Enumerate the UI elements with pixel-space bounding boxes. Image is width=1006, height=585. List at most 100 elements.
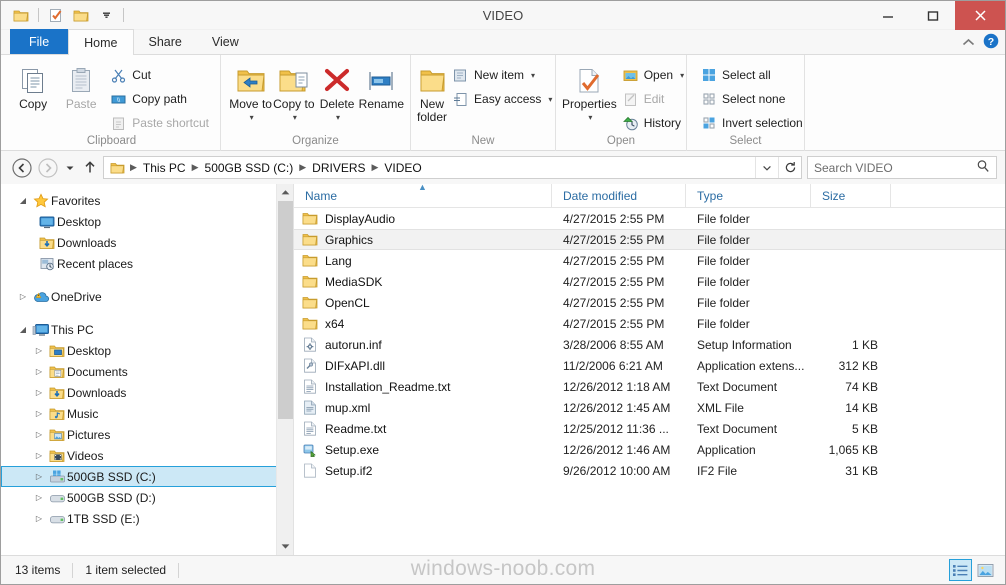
column-header-name[interactable]: ▲ Name [294,184,552,208]
expander-closed-icon[interactable]: ▷ [31,493,47,502]
sidebar-item-favorites[interactable]: ◢ Favorites [1,190,293,211]
table-row[interactable]: Installation_Readme.txt 12/26/2012 1:18 … [294,376,1005,397]
search-input[interactable]: Search VIDEO [807,156,997,179]
select-none-button[interactable]: Select none [695,88,808,110]
table-row[interactable]: Lang 4/27/2015 2:55 PM File folder [294,250,1005,271]
new-item-caret-icon[interactable]: ▾ [531,71,535,80]
tab-share[interactable]: Share [134,29,197,54]
close-button[interactable] [955,1,1005,30]
new-item-button[interactable]: New item ▾ [447,64,557,86]
invert-selection-button[interactable]: Invert selection [695,112,808,134]
table-row[interactable]: Readme.txt 12/25/2012 11:36 ... Text Doc… [294,418,1005,439]
cut-button[interactable]: Cut [105,64,214,86]
copy-to-button[interactable]: Copy to ▾ [272,60,315,128]
collapse-ribbon-icon[interactable] [962,36,975,50]
move-to-button[interactable]: Move to ▾ [229,60,272,128]
table-row[interactable]: DIFxAPI.dll 11/2/2006 6:21 AM Applicatio… [294,355,1005,376]
details-view-button[interactable] [949,559,972,581]
tab-file[interactable]: File [10,29,69,54]
expander-closed-icon[interactable]: ▷ [31,451,47,460]
expander-closed-icon[interactable]: ▷ [31,472,47,481]
sidebar-item-drive-d[interactable]: ▷ 500GB SSD (D:) [1,487,293,508]
easy-access-caret-icon[interactable]: ▾ [548,95,552,104]
recent-locations-button[interactable] [61,155,79,181]
expander-open-icon[interactable]: ◢ [15,325,31,334]
table-row[interactable]: Graphics 4/27/2015 2:55 PM File folder [294,229,1005,250]
expander-closed-icon[interactable]: ▷ [31,346,47,355]
column-header-date-modified[interactable]: Date modified [552,184,686,208]
chevron-down-icon[interactable] [95,4,117,26]
new-folder-button[interactable]: New folder [417,60,447,128]
new-folder-icon[interactable] [45,4,67,26]
tab-home[interactable]: Home [68,29,134,55]
table-row[interactable]: autorun.inf 3/28/2006 8:55 AM Setup Info… [294,334,1005,355]
expander-closed-icon[interactable]: ▷ [31,388,47,397]
copy-path-button[interactable]: \\ Copy path [105,88,214,110]
sidebar-item-onedrive[interactable]: ▷ OneDrive [1,286,293,307]
select-all-button[interactable]: Select all [695,64,808,86]
refresh-button[interactable] [778,157,801,178]
sidebar-item-documents[interactable]: ▷ Documents [1,361,293,382]
previous-locations-dropdown[interactable] [755,157,778,178]
navigation-scrollbar[interactable] [276,184,293,555]
history-button[interactable]: History [617,112,689,134]
table-row[interactable]: DisplayAudio 4/27/2015 2:55 PM File fold… [294,208,1005,229]
breadcrumb-item-this-pc[interactable]: This PC [140,161,189,175]
scroll-down-button[interactable] [277,538,293,555]
copy-button[interactable]: Copy [9,60,57,128]
open-button[interactable]: Open ▾ [617,64,689,86]
sidebar-item-system-drive[interactable]: ▷ 500GB SSD (C:) [1,466,290,487]
column-header-type[interactable]: Type [686,184,811,208]
sidebar-item-videos[interactable]: ▷ Videos [1,445,293,466]
table-row[interactable]: MediaSDK 4/27/2015 2:55 PM File folder [294,271,1005,292]
up-button[interactable] [79,155,101,181]
breadcrumb-separator[interactable]: ▶ [127,162,140,173]
forward-button[interactable] [35,155,61,181]
expander-closed-icon[interactable]: ▷ [15,292,31,301]
table-row[interactable]: mup.xml 12/26/2012 1:45 AM XML File 14 K… [294,397,1005,418]
expander-closed-icon[interactable]: ▷ [31,409,47,418]
column-header-size[interactable]: Size [811,184,891,208]
table-row[interactable]: Setup.exe 12/26/2012 1:46 AM Application… [294,439,1005,460]
delete-caret-icon[interactable]: ▾ [336,111,340,124]
table-row[interactable]: OpenCL 4/27/2015 2:55 PM File folder [294,292,1005,313]
tab-view[interactable]: View [197,29,254,54]
sidebar-item-pictures[interactable]: ▷ Pictures [1,424,293,445]
back-button[interactable] [9,155,35,181]
sidebar-item-recent-places[interactable]: Recent places [1,253,293,274]
breadcrumb-bar[interactable]: ▶ This PC ▶ 500GB SSD (C:) ▶ DRIVERS ▶ V… [103,156,802,179]
easy-access-button[interactable]: Easy access ▾ [447,88,557,110]
large-icons-view-button[interactable] [974,559,997,581]
expander-open-icon[interactable]: ◢ [15,196,31,205]
sidebar-item-music[interactable]: ▷ Music [1,403,293,424]
breadcrumb-item-video[interactable]: VIDEO [381,161,424,175]
copy-to-caret-icon[interactable]: ▾ [293,111,297,124]
scroll-up-button[interactable] [277,184,293,201]
breadcrumb-item-drivers[interactable]: DRIVERS [309,161,368,175]
edit-button[interactable]: Edit [617,88,689,110]
sidebar-item-desktop[interactable]: ▷ Desktop [1,340,293,361]
customize-folder-icon[interactable] [70,4,92,26]
search-icon[interactable] [976,159,990,176]
sidebar-item-this-pc[interactable]: ◢ This PC [1,319,293,340]
sidebar-item-drive-e[interactable]: ▷ 1TB SSD (E:) [1,508,293,529]
properties-caret-icon[interactable]: ▾ [588,111,592,124]
delete-button[interactable]: Delete ▾ [315,60,358,128]
move-to-caret-icon[interactable]: ▾ [250,111,254,124]
table-row[interactable]: Setup.if2 9/26/2012 10:00 AM IF2 File 31… [294,460,1005,481]
expander-closed-icon[interactable]: ▷ [31,367,47,376]
table-row[interactable]: x64 4/27/2015 2:55 PM File folder [294,313,1005,334]
help-icon[interactable]: ? [983,33,999,52]
expander-closed-icon[interactable]: ▷ [31,430,47,439]
sidebar-item-desktop-fav[interactable]: Desktop [1,211,293,232]
expander-closed-icon[interactable]: ▷ [31,514,47,523]
breadcrumb-separator[interactable]: ▶ [369,162,382,173]
sidebar-item-downloads[interactable]: ▷ Downloads [1,382,293,403]
breadcrumb-separator[interactable]: ▶ [189,162,202,173]
properties-button[interactable]: Properties ▾ [562,60,617,128]
open-caret-icon[interactable]: ▾ [680,71,684,80]
breadcrumb-separator[interactable]: ▶ [296,162,309,173]
minimize-button[interactable] [865,1,910,30]
paste-button[interactable]: Paste [57,60,105,128]
maximize-button[interactable] [910,1,955,30]
